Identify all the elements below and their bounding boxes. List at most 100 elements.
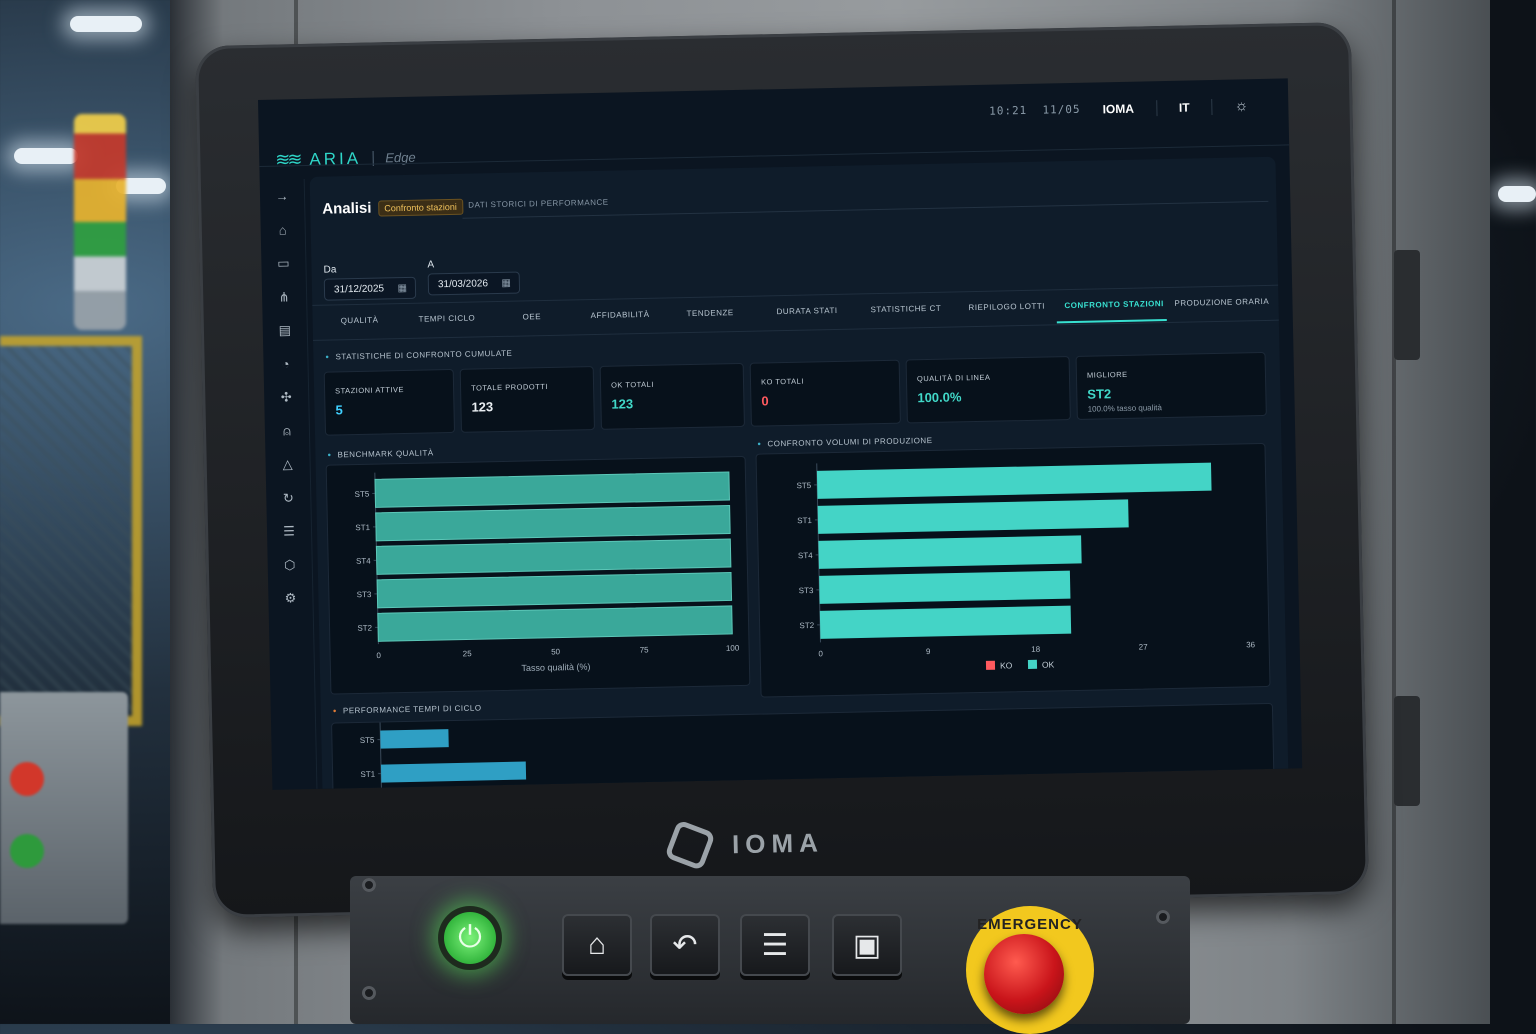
calendar-icon[interactable]: ▦ <box>501 273 511 295</box>
tab-affidabilità[interactable]: AFFIDABILITÀ <box>590 310 649 320</box>
category-label: ST4 <box>798 551 813 560</box>
cabinet-hinge <box>1394 696 1420 806</box>
legend-label: OK <box>1042 659 1055 669</box>
x-tick-label: 36 <box>1246 640 1256 649</box>
stat-card-label: TOTALE PRODOTTI <box>471 382 548 393</box>
category-label: ST2 <box>799 621 814 630</box>
from-date-input[interactable]: 31/12/2025 ▦ <box>324 277 416 301</box>
hardware-back-button[interactable]: ↶ <box>650 914 720 976</box>
bar-ok <box>820 606 1071 639</box>
stat-card-value: ST2 <box>1087 386 1111 401</box>
stat-card-label: QUALITÀ DI LINEA <box>917 373 991 384</box>
x-tick-label: 0 <box>376 651 381 660</box>
green-lamp <box>10 834 44 868</box>
monitor-icon[interactable]: ▭ <box>261 246 306 280</box>
language-selector[interactable]: IT <box>1179 100 1190 114</box>
sun-icon[interactable]: ☼ <box>1234 97 1248 114</box>
network-icon[interactable]: ✣ <box>264 380 309 414</box>
hardware-screen-button[interactable]: ▣ <box>832 914 902 976</box>
to-date-value: 31/03/2026 <box>438 278 488 290</box>
list-icon[interactable]: ☰ <box>267 514 312 548</box>
bar <box>378 606 733 641</box>
stat-card-value: 123 <box>611 396 633 411</box>
tab-tendenze[interactable]: TENDENZE <box>686 308 733 318</box>
from-date-value: 31/12/2025 <box>334 283 384 295</box>
screen-icon: ▣ <box>853 928 881 963</box>
from-date-label: Da <box>323 264 336 275</box>
bar <box>375 472 730 507</box>
cube-icon[interactable]: ⬡ <box>267 547 312 581</box>
category-label: ST5 <box>360 736 375 745</box>
settings-icon[interactable]: ⚙ <box>268 581 313 615</box>
x-tick-label: 0 <box>818 649 823 658</box>
menu-icon: ☰ <box>762 928 789 963</box>
view-badge: Confronto stazioni <box>378 199 463 217</box>
stat-card: OK TOTALI 123 <box>600 363 745 430</box>
document-icon[interactable]: ▤ <box>262 313 307 347</box>
bar-ok <box>818 535 1081 568</box>
tab-confronto-stazioni[interactable]: CONFRONTO STAZIONI <box>1064 299 1164 310</box>
calendar-icon[interactable]: ▦ <box>397 278 407 300</box>
quality-benchmark-chart: ST5ST1ST4ST3ST20255075100Tasso qualità (… <box>327 457 750 694</box>
top-bar-status: 10:21 11/05 IOMA IT ☼ <box>989 97 1249 119</box>
category-label: ST1 <box>355 523 370 532</box>
category-label: ST5 <box>796 481 811 490</box>
volume-comparison-panel: ST5ST1ST4ST3ST209182736KOOK <box>756 443 1271 698</box>
volume-chart-title: CONFRONTO VOLUMI DI PRODUZIONE <box>757 436 932 449</box>
tab-qualità[interactable]: QUALITÀ <box>341 316 379 326</box>
tab-oee[interactable]: OEE <box>523 312 542 321</box>
stat-card-label: KO TOTALI <box>761 377 804 387</box>
side-control-box <box>0 692 128 924</box>
stat-card-label: STAZIONI ATTIVE <box>335 385 404 395</box>
main-content: Analisi Confronto stazioni DATI STORICI … <box>310 157 1289 790</box>
category-label: ST1 <box>797 516 812 525</box>
tab-statistiche-ct[interactable]: STATISTICHE CT <box>870 304 941 314</box>
category-label: ST1 <box>360 770 375 779</box>
active-tab-indicator <box>1057 319 1167 323</box>
bar-ok <box>818 499 1129 533</box>
x-tick-label: 25 <box>463 649 473 658</box>
home-icon[interactable]: ⌂ <box>260 213 305 247</box>
page-title: Analisi <box>322 200 372 218</box>
legend-label: KO <box>1000 660 1013 670</box>
hardware-menu-button[interactable]: ☰ <box>740 914 810 976</box>
volume-comparison-chart: ST5ST1ST4ST3ST209182736KOOK <box>757 444 1270 697</box>
power-icon: ⏻ <box>458 921 482 955</box>
legend-swatch-ok <box>1028 660 1037 669</box>
category-label: ST4 <box>356 556 371 565</box>
organization-name[interactable]: IOMA <box>1102 101 1134 116</box>
quality-chart-title: BENCHMARK QUALITÀ <box>327 448 433 459</box>
hmi-screen: 10:21 11/05 IOMA IT ☼ ≋≋ ARIA | Edge →⌂▭… <box>258 78 1302 789</box>
stat-card-label: MIGLIORE <box>1087 370 1128 380</box>
stat-card: STAZIONI ATTIVE 5 <box>324 369 455 436</box>
stat-card-value: 123 <box>471 399 493 414</box>
ceiling-light <box>1498 186 1536 202</box>
stat-card-label: OK TOTALI <box>611 380 654 390</box>
bar <box>377 572 732 607</box>
user-icon[interactable]: ⍝ <box>265 414 310 448</box>
bar <box>376 505 731 540</box>
power-button[interactable]: ⏻ <box>438 906 502 970</box>
clock-time: 10:21 <box>989 104 1027 118</box>
tab-durata-stati[interactable]: DURATA STATI <box>776 306 837 316</box>
to-date-input[interactable]: 31/03/2026 ▦ <box>428 272 520 296</box>
bell-icon[interactable]: △ <box>265 447 310 481</box>
tab-produzione-oraria[interactable]: PRODUZIONE ORARIA <box>1174 297 1269 308</box>
emergency-stop-button[interactable] <box>984 934 1064 1014</box>
arrow-right-icon[interactable]: → <box>260 179 305 213</box>
stat-card-value: 100.0% <box>917 389 961 405</box>
emergency-label: EMERGENCY <box>966 916 1094 933</box>
x-tick-label: 27 <box>1139 642 1149 651</box>
stat-card-value: 5 <box>335 402 343 417</box>
hardware-home-button[interactable]: ⌂ <box>562 914 632 976</box>
category-label: ST2 <box>357 623 372 632</box>
sync-icon[interactable]: ↻ <box>266 480 311 514</box>
tab-riepilogo-lotti[interactable]: RIEPILOGO LOTTI <box>968 302 1045 313</box>
page-subtitle: DATI STORICI DI PERFORMANCE <box>468 198 608 210</box>
red-lamp <box>10 762 44 796</box>
bar <box>380 729 449 748</box>
share-icon[interactable]: ⋔ <box>262 280 307 314</box>
tab-tempi-ciclo[interactable]: TEMPI CICLO <box>419 313 476 323</box>
x-tick-label: 100 <box>726 644 740 653</box>
gauge-icon[interactable]: ◔ <box>263 347 308 381</box>
